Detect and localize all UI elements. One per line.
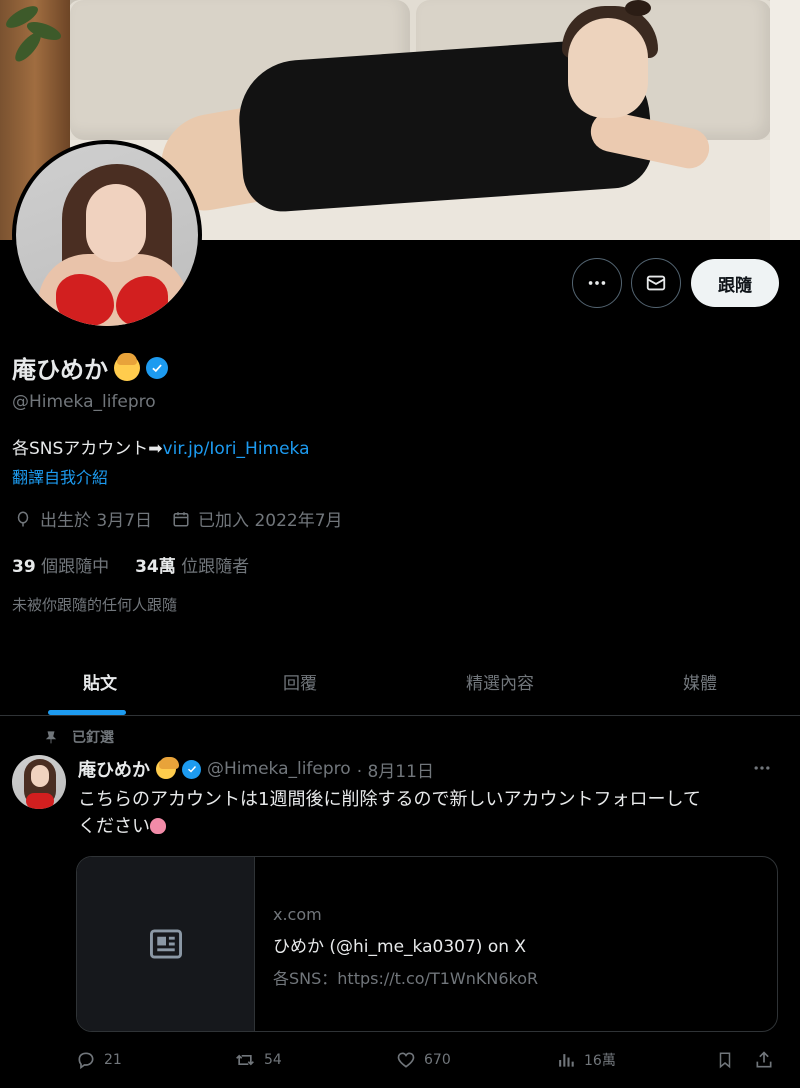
verified-badge-icon[interactable] — [182, 759, 201, 779]
profile-bio: 各SNSアカウント➡vir.jp/Iori_Himeka — [12, 434, 310, 459]
emoji-icon — [156, 757, 179, 779]
bookmark-button[interactable] — [716, 1050, 734, 1070]
profile-meta: 出生於 3月7日 已加入 2022年7月 — [14, 506, 355, 531]
following-link[interactable]: 39 個跟隨中 — [12, 552, 109, 577]
followers-link[interactable]: 34萬 位跟隨者 — [135, 552, 249, 577]
joined-text: 已加入 2022年7月 — [198, 511, 343, 531]
bio-text: 各SNSアカウント➡ — [12, 439, 163, 459]
emoji-icon — [114, 352, 140, 381]
heart-icon — [397, 1052, 415, 1068]
tab-media[interactable]: 媒體 — [600, 648, 800, 715]
banner-person-head — [568, 18, 648, 118]
share-icon — [756, 1051, 772, 1068]
analytics-icon — [559, 1054, 574, 1067]
banner-person-bun — [625, 0, 651, 16]
reply-button[interactable]: 21 — [76, 1050, 122, 1070]
profile-avatar[interactable] — [12, 140, 202, 330]
more-button[interactable] — [572, 258, 622, 308]
follow-button[interactable]: 跟隨 — [691, 259, 779, 307]
verified-badge-icon[interactable] — [146, 356, 168, 379]
link-card-title: ひめか (@hi_me_ka0307) on X — [273, 937, 527, 957]
repost-button[interactable]: 54 — [234, 1050, 282, 1070]
profile-handle: @Himeka_lifepro — [12, 392, 156, 412]
post-author-name[interactable]: 庵ひめか — [78, 756, 150, 782]
link-card[interactable]: x.com ひめか (@hi_me_ka0307) on X 各SNS：http… — [76, 856, 778, 1032]
repost-count: 54 — [264, 1052, 282, 1068]
views-button[interactable]: 16萬 — [556, 1050, 616, 1070]
post-text: こちらのアカウントは1週間後に削除するので新しいアカウントフォローして ください — [78, 786, 778, 840]
post-text-line: ください — [78, 816, 150, 837]
following-label: 個跟隨中 — [41, 557, 110, 577]
translate-bio-link[interactable]: 翻譯自我介紹 — [12, 464, 108, 488]
view-count: 16萬 — [584, 1053, 616, 1069]
profile-name-row: 庵ひめか — [12, 350, 168, 385]
tab-replies[interactable]: 回覆 — [200, 648, 400, 715]
post-author-avatar[interactable] — [12, 755, 66, 809]
like-button[interactable]: 670 — [396, 1050, 451, 1070]
link-card-description: 各SNS：https://t.co/T1WnKN6koR — [273, 969, 539, 988]
bio-link[interactable]: vir.jp/Iori_Himeka — [163, 439, 310, 459]
avatar-image — [16, 144, 198, 326]
mail-icon — [646, 275, 666, 291]
profile-tabs: 貼文 回覆 精選內容 媒體 — [0, 648, 800, 716]
post-date[interactable]: · 8月11日 — [357, 757, 434, 782]
link-card-domain: x.com — [273, 905, 322, 924]
pinned-label: 已釘選 — [72, 730, 114, 746]
post-header: 庵ひめか @Himeka_lifepro · 8月11日 — [78, 756, 434, 782]
profile-name: 庵ひめか — [12, 356, 108, 384]
article-icon — [149, 929, 182, 959]
active-tab-indicator — [48, 710, 126, 715]
more-icon — [754, 766, 770, 770]
pinned-indicator: 已釘選 — [44, 727, 114, 747]
tulip-icon — [150, 818, 166, 834]
message-button[interactable] — [631, 258, 681, 308]
post-avatar-swimsuit — [26, 793, 54, 809]
tab-highlights[interactable]: 精選內容 — [400, 648, 600, 715]
reply-icon — [78, 1052, 94, 1070]
calendar-icon — [173, 511, 189, 526]
bookmark-icon — [719, 1052, 731, 1069]
reply-count: 21 — [104, 1052, 122, 1068]
tab-posts[interactable]: 貼文 — [0, 648, 200, 715]
following-count: 39 — [12, 557, 36, 577]
post-action-bar: 21 54 670 16萬 — [76, 1050, 784, 1078]
post-more-button[interactable] — [752, 758, 772, 783]
followed-by-note: 未被你跟隨的任何人跟隨 — [12, 596, 178, 614]
follow-stats: 39 個跟隨中 34萬 位跟隨者 — [12, 552, 249, 577]
like-count: 670 — [424, 1052, 451, 1068]
repost-icon — [236, 1054, 254, 1066]
birthday-item: 出生於 3月7日 — [14, 506, 152, 531]
post-author-handle[interactable]: @Himeka_lifepro — [207, 759, 351, 779]
link-card-thumbnail — [77, 857, 255, 1031]
link-card-body: x.com ひめか (@hi_me_ka0307) on X 各SNS：http… — [255, 857, 538, 1031]
pin-icon — [45, 731, 57, 744]
post-avatar-face — [31, 765, 49, 787]
post-text-line-2: ください — [78, 813, 778, 840]
more-icon — [588, 281, 606, 285]
followers-count: 34萬 — [135, 557, 176, 577]
followers-label: 位跟隨者 — [181, 557, 250, 577]
avatar-face — [86, 184, 146, 262]
balloon-icon — [17, 511, 29, 526]
share-button[interactable] — [754, 1050, 774, 1070]
banner-window — [770, 0, 800, 240]
joined-item: 已加入 2022年7月 — [172, 506, 343, 531]
post-text-line: こちらのアカウントは1週間後に削除するので新しいアカウントフォローして — [78, 789, 701, 810]
birthday-text: 出生於 3月7日 — [40, 511, 153, 531]
